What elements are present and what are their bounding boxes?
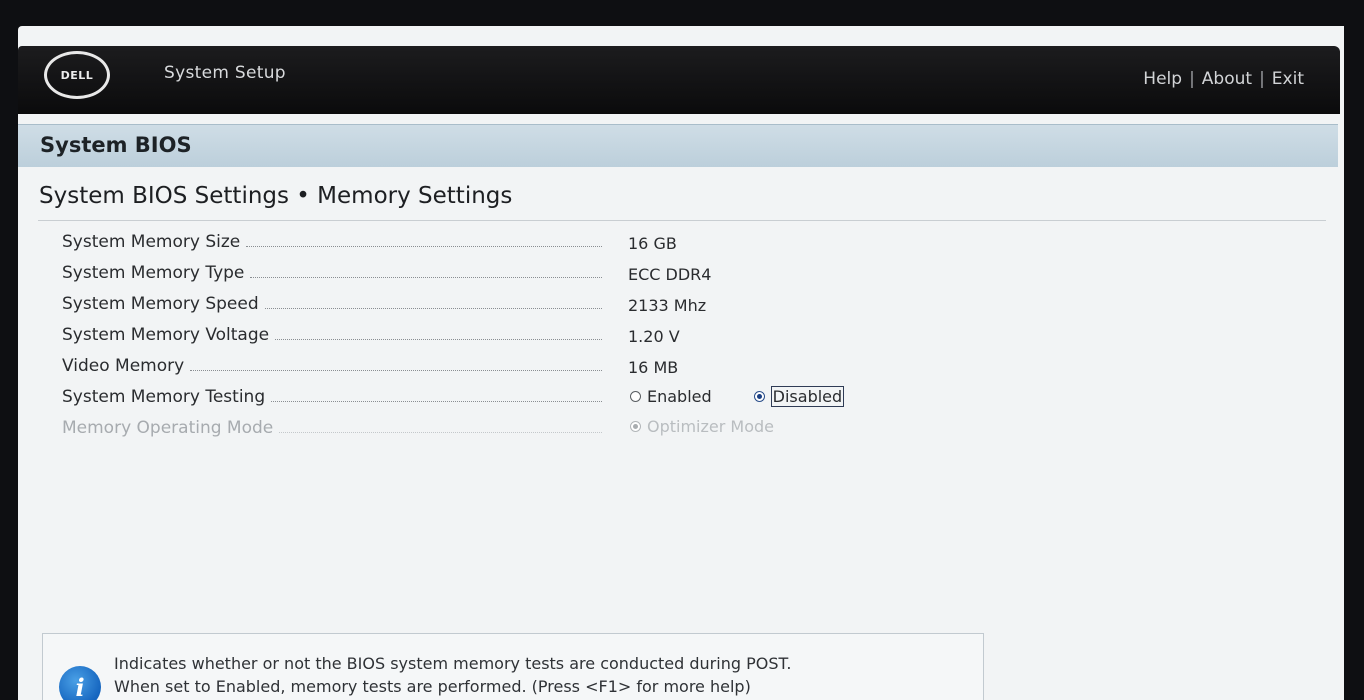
info-icon: i — [59, 666, 101, 700]
setting-label: Video Memory — [62, 356, 602, 376]
dot-leader — [275, 339, 602, 340]
radio-button-checked[interactable] — [753, 391, 765, 402]
setting-label: System Memory Speed — [62, 294, 602, 314]
setting-row-memory-speed: System Memory Speed 2133 Mhz — [62, 290, 1062, 321]
radio-option-optimizer-mode: Optimizer Mode — [630, 417, 774, 436]
setting-row-memory-testing: System Memory Testing Enabled Disabled — [62, 383, 1062, 414]
dot-leader — [279, 432, 602, 433]
setting-label: System Memory Type — [62, 263, 602, 283]
setting-label-text: System Memory Testing — [62, 387, 266, 407]
settings-list: System Memory Size 16 GB System Memory T… — [62, 228, 1062, 445]
help-link[interactable]: Help — [1143, 69, 1182, 89]
heading-divider — [38, 220, 1326, 221]
setting-value: 16 MB — [628, 358, 679, 377]
logo-text: DELL — [60, 68, 94, 82]
dot-leader — [190, 370, 602, 371]
dot-leader — [264, 308, 602, 309]
section-title: System BIOS — [40, 133, 192, 157]
setting-label: System Memory Voltage — [62, 325, 602, 345]
setting-label-text: Video Memory — [62, 356, 185, 376]
radio-option-enabled[interactable]: Enabled — [630, 387, 712, 406]
setting-label-text: Memory Operating Mode — [62, 418, 274, 438]
setting-row-memory-size: System Memory Size 16 GB — [62, 228, 1062, 259]
radio-button-checked — [630, 421, 641, 432]
radio-label: Optimizer Mode — [647, 417, 774, 436]
dot-leader — [250, 277, 602, 278]
setting-label: System Memory Testing — [62, 387, 602, 407]
setting-row-memory-operating-mode: Memory Operating Mode Optimizer Mode — [62, 414, 1062, 445]
app-title: System Setup — [164, 63, 286, 83]
setting-value: 2133 Mhz — [628, 296, 707, 315]
memory-testing-radio-group: Enabled Disabled — [630, 386, 845, 407]
dot-leader — [271, 401, 602, 402]
help-panel: i Indicates whether or not the BIOS syst… — [42, 633, 984, 700]
help-text-line: Indicates whether or not the BIOS system… — [114, 654, 792, 673]
radio-label-focused: Disabled — [770, 386, 845, 407]
setting-label: System Memory Size — [62, 232, 602, 252]
radio-label: Enabled — [647, 387, 712, 406]
dot-leader — [246, 246, 602, 247]
help-text-line: When set to Enabled, memory tests are pe… — [114, 677, 751, 696]
setting-label: Memory Operating Mode — [62, 418, 602, 438]
setting-label-text: System Memory Speed — [62, 294, 259, 314]
header-links: Help | About | Exit — [1143, 69, 1304, 89]
bios-screen: DELL System Setup Help | About | Exit Sy… — [18, 26, 1344, 700]
setting-label-text: System Memory Type — [62, 263, 245, 283]
link-separator: | — [1189, 69, 1195, 89]
exit-link[interactable]: Exit — [1272, 69, 1304, 89]
setting-value: 16 GB — [628, 234, 677, 253]
header-bar: DELL System Setup Help | About | Exit — [18, 46, 1340, 114]
dell-logo: DELL — [44, 51, 110, 99]
radio-button-unchecked[interactable] — [630, 391, 641, 402]
setting-value: ECC DDR4 — [628, 265, 712, 284]
setting-label-text: System Memory Size — [62, 232, 241, 252]
radio-option-disabled[interactable]: Disabled — [753, 386, 845, 407]
setting-row-video-memory: Video Memory 16 MB — [62, 352, 1062, 383]
setting-row-memory-type: System Memory Type ECC DDR4 — [62, 259, 1062, 290]
link-separator: | — [1259, 69, 1265, 89]
about-link[interactable]: About — [1202, 69, 1252, 89]
setting-label-text: System Memory Voltage — [62, 325, 270, 345]
page-heading: System BIOS Settings • Memory Settings — [39, 183, 513, 209]
help-text: Indicates whether or not the BIOS system… — [114, 652, 791, 698]
section-title-band: System BIOS — [18, 124, 1338, 167]
setting-row-memory-voltage: System Memory Voltage 1.20 V — [62, 321, 1062, 352]
setting-value: 1.20 V — [628, 327, 680, 346]
operating-mode-radio-group: Optimizer Mode — [630, 417, 774, 436]
